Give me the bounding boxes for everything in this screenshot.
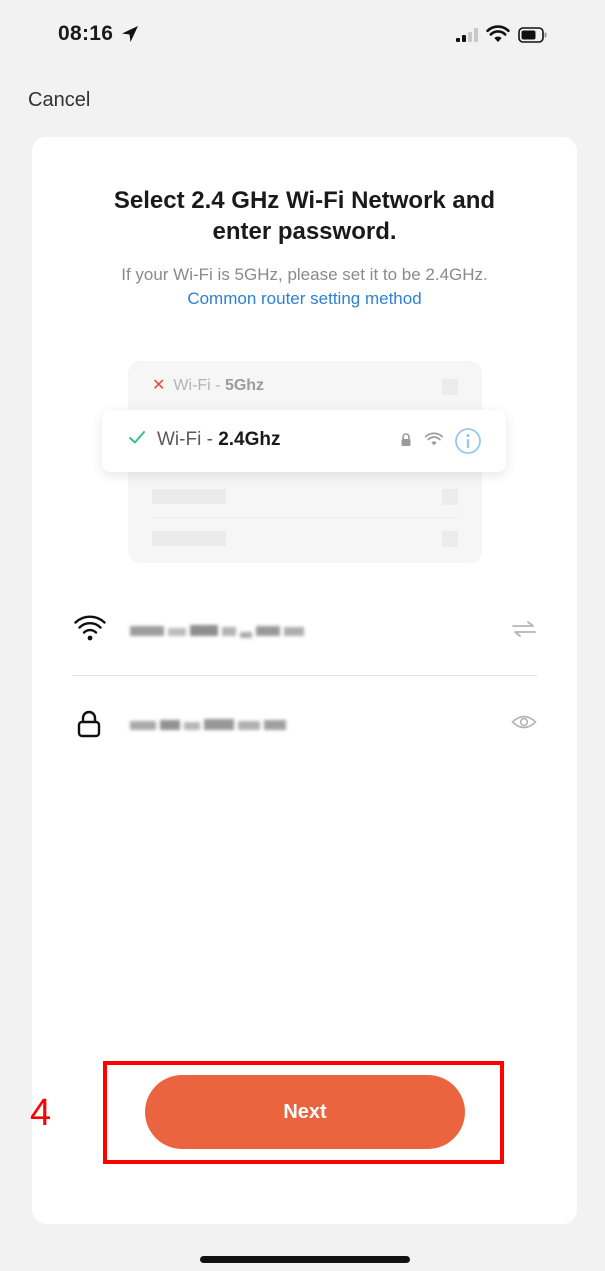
cancel-button[interactable]: Cancel [28, 89, 90, 112]
status-time: 08:16 [58, 22, 114, 45]
small-wifi-icon [424, 432, 444, 452]
placeholder-square [442, 531, 458, 547]
wifi-status-icon [486, 25, 510, 48]
cross-icon: ✕ [152, 377, 166, 394]
illustration-row-5g: ✕ Wi-Fi - 5Ghz [152, 375, 264, 395]
placeholder-square [442, 379, 458, 395]
wifi-setup-card: Select 2.4 GHz Wi-Fi Network and enter p… [32, 137, 577, 1224]
wifi-icon [74, 615, 106, 648]
field-divider [72, 675, 537, 676]
illustration-5g-prefix: Wi-Fi - [173, 377, 225, 394]
placeholder-bar [152, 531, 226, 546]
home-indicator [200, 1256, 410, 1263]
eye-icon[interactable] [511, 713, 537, 736]
page-title: Select 2.4 GHz Wi-Fi Network and enter p… [113, 187, 496, 245]
placeholder-bar [152, 489, 226, 504]
lock-icon [74, 709, 104, 744]
switch-network-icon[interactable] [511, 619, 537, 644]
illustration-row-2-4g: Wi-Fi - 2.4Ghz [102, 410, 506, 472]
annotation-step-number: 4 [30, 1092, 52, 1134]
placeholder-square [442, 489, 458, 505]
illustration-2-4g-prefix: Wi-Fi - [157, 429, 219, 450]
cellular-signal-icon [456, 28, 480, 47]
illustration-2-4g-label: Wi-Fi - 2.4Ghz [157, 429, 281, 451]
wifi-ssid-field[interactable] [72, 599, 537, 659]
check-icon [128, 428, 146, 451]
wifi-password-value-redacted [130, 717, 288, 731]
small-lock-icon [400, 433, 412, 452]
illustration-2-4g-band: 2.4Ghz [218, 429, 281, 450]
illustration-5g-band: 5Ghz [224, 377, 265, 394]
wifi-password-field[interactable] [72, 693, 537, 753]
info-icon [454, 427, 482, 460]
location-arrow-icon [120, 24, 140, 49]
battery-icon [518, 27, 548, 48]
next-button[interactable]: Next [145, 1075, 465, 1149]
router-settings-link[interactable]: Common router setting method [32, 289, 577, 309]
band-hint: If your Wi-Fi is 5GHz, please set it to … [121, 265, 488, 284]
wifi-ssid-value-redacted [130, 623, 306, 638]
status-bar: 08:16 [0, 0, 605, 72]
illustration-divider [152, 517, 458, 518]
